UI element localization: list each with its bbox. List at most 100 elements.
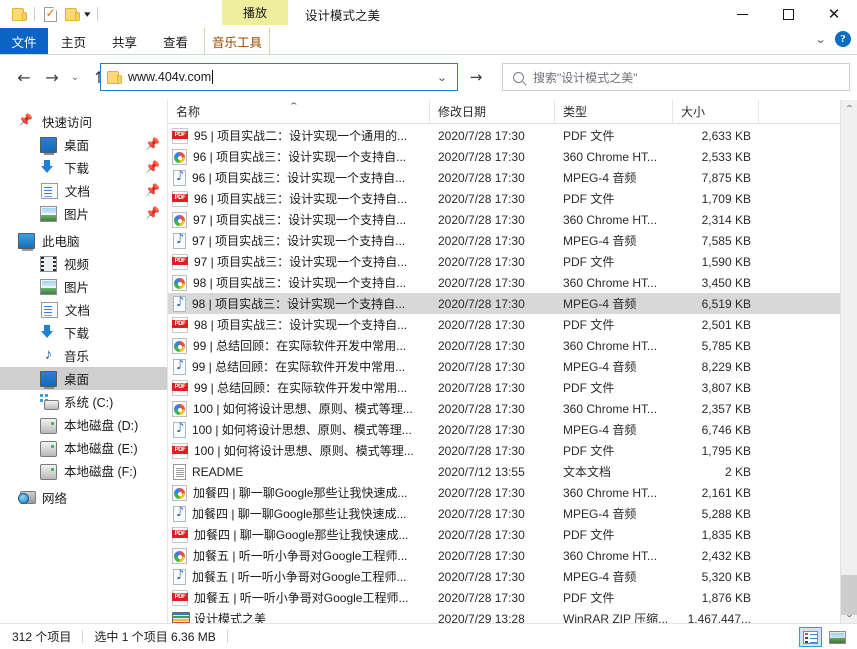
file-name-cell: 96 | 项目实战三：设计实现一个支持自... — [168, 148, 430, 165]
sidebar-group-this-pc[interactable]: 此电脑 — [0, 229, 167, 252]
view-mode-buttons — [799, 627, 849, 647]
column-header-date[interactable]: 修改日期 — [430, 100, 555, 123]
file-date-cell: 2020/7/28 17:30 — [430, 528, 555, 542]
table-row[interactable]: 98 | 项目实战三：设计实现一个支持自...2020/7/28 17:30PD… — [168, 314, 857, 335]
table-row[interactable]: 100 | 如何将设计思想、原则、模式等理...2020/7/28 17:30P… — [168, 440, 857, 461]
table-row[interactable]: 设计模式之美2020/7/29 13:28WinRAR ZIP 压缩...1,4… — [168, 608, 857, 623]
table-row[interactable]: 98 | 项目实战三：设计实现一个支持自...2020/7/28 17:30MP… — [168, 293, 857, 314]
sidebar-item-videos[interactable]: 视频 — [0, 252, 167, 275]
details-view-button[interactable] — [799, 627, 822, 647]
pin-icon[interactable]: 📌 — [145, 184, 156, 197]
back-icon[interactable]: ← — [10, 63, 38, 93]
table-row[interactable]: 95 | 项目实战二：设计实现一个通用的...2020/7/28 17:30PD… — [168, 125, 857, 146]
minimize-button[interactable] — [719, 0, 765, 28]
tab-file[interactable]: 文件 — [0, 28, 48, 54]
table-row[interactable]: 加餐五 | 听一听小争哥对Google工程师...2020/7/28 17:30… — [168, 566, 857, 587]
close-button[interactable]: ✕ — [811, 0, 857, 28]
table-row[interactable]: 加餐四 | 聊一聊Google那些让我快速成...2020/7/28 17:30… — [168, 524, 857, 545]
pin-icon[interactable]: 📌 — [145, 161, 156, 174]
tab-home[interactable]: 主页 — [48, 28, 99, 54]
file-list-pane: 名称 ⌃ 修改日期 类型 大小 95 | 项目实战二：设计实现一个通用的...2… — [168, 100, 857, 623]
pin-icon[interactable]: 📌 — [145, 207, 156, 220]
table-row[interactable]: 96 | 项目实战三：设计实现一个支持自...2020/7/28 17:30MP… — [168, 167, 857, 188]
table-row[interactable]: 加餐五 | 听一听小争哥对Google工程师...2020/7/28 17:30… — [168, 587, 857, 608]
file-type-cell: MPEG-4 音频 — [555, 421, 673, 438]
table-row[interactable]: 加餐四 | 聊一聊Google那些让我快速成...2020/7/28 17:30… — [168, 503, 857, 524]
folder-icon[interactable] — [8, 3, 30, 25]
sidebar-item-pictures[interactable]: 图片 — [0, 275, 167, 298]
table-row[interactable]: README2020/7/12 13:55文本文档2 KB — [168, 461, 857, 482]
sidebar-group-network[interactable]: 网络 — [0, 486, 167, 509]
sidebar-item-drive-f[interactable]: 本地磁盘 (F:) — [0, 459, 167, 482]
address-bar[interactable]: www.404v.com ⌄ — [100, 63, 458, 91]
scroll-up-icon[interactable]: ⌃ — [838, 100, 857, 117]
tab-music-tools[interactable]: 音乐工具 — [204, 28, 270, 54]
file-date-cell: 2020/7/29 13:28 — [430, 612, 555, 624]
address-input[interactable]: www.404v.com — [128, 70, 429, 84]
search-box[interactable]: 搜索"设计模式之美" — [502, 63, 850, 91]
quick-access-star-icon — [18, 114, 35, 130]
tab-view[interactable]: 查看 — [150, 28, 201, 54]
sidebar-item-drive-e[interactable]: 本地磁盘 (E:) — [0, 436, 167, 459]
table-row[interactable]: 99 | 总结回顾：在实际软件开发中常用...2020/7/28 17:30PD… — [168, 377, 857, 398]
file-name-cell: 加餐五 | 听一听小争哥对Google工程师... — [168, 547, 430, 564]
table-row[interactable]: 97 | 项目实战三：设计实现一个支持自...2020/7/28 17:30MP… — [168, 230, 857, 251]
sidebar-item-system-c[interactable]: 系统 (C:) — [0, 390, 167, 413]
maximize-button[interactable] — [765, 0, 811, 28]
table-row[interactable]: 100 | 如何将设计思想、原则、模式等理...2020/7/28 17:303… — [168, 398, 857, 419]
file-name-cell: 99 | 总结回顾：在实际软件开发中常用... — [168, 358, 430, 375]
table-row[interactable]: 99 | 总结回顾：在实际软件开发中常用...2020/7/28 17:3036… — [168, 335, 857, 356]
pin-icon[interactable]: 📌 — [145, 138, 156, 151]
sidebar-item-drive-d[interactable]: 本地磁盘 (D:) — [0, 413, 167, 436]
file-date-cell: 2020/7/12 13:55 — [430, 465, 555, 479]
address-chevron-down-icon[interactable]: ⌄ — [426, 71, 459, 84]
table-row[interactable]: 100 | 如何将设计思想、原则、模式等理...2020/7/28 17:30M… — [168, 419, 857, 440]
sidebar-item-pictures-qa[interactable]: 图片 📌 — [0, 202, 167, 225]
table-row[interactable]: 加餐四 | 聊一聊Google那些让我快速成...2020/7/28 17:30… — [168, 482, 857, 503]
sidebar-item-documents-qa[interactable]: 文档 📌 — [0, 179, 167, 202]
navigation-pane[interactable]: 快速访问 桌面 📌 下载 📌 文档 📌 图片 📌 — [0, 100, 168, 623]
table-row[interactable]: 99 | 总结回顾：在实际软件开发中常用...2020/7/28 17:30MP… — [168, 356, 857, 377]
properties-icon[interactable] — [39, 3, 61, 25]
table-row[interactable]: 96 | 项目实战三：设计实现一个支持自...2020/7/28 17:30PD… — [168, 188, 857, 209]
scroll-down-icon[interactable]: ⌄ — [838, 606, 857, 623]
customize-qat-dropdown-icon[interactable]: ▾ — [84, 10, 90, 19]
recent-locations-chevron-icon[interactable]: ⌄ — [66, 63, 84, 93]
file-name-label: 加餐五 | 听一听小争哥对Google工程师... — [193, 547, 407, 564]
table-row[interactable]: 加餐五 | 听一听小争哥对Google工程师...2020/7/28 17:30… — [168, 545, 857, 566]
status-divider-1 — [82, 630, 83, 643]
sidebar-item-downloads[interactable]: 下载 — [0, 321, 167, 344]
sidebar-group-quick-access[interactable]: 快速访问 — [0, 110, 167, 133]
go-icon[interactable]: → — [462, 63, 490, 91]
chevron-down-icon[interactable]: ⌄ — [814, 33, 826, 46]
search-input-placeholder[interactable]: 搜索"设计模式之美" — [533, 69, 638, 86]
sidebar-item-downloads-qa[interactable]: 下载 📌 — [0, 156, 167, 179]
column-header-label: 名称 — [176, 103, 200, 120]
sidebar-item-music[interactable]: ♪ 音乐 — [0, 344, 167, 367]
file-size-cell: 2,161 KB — [673, 486, 759, 500]
tab-share[interactable]: 共享 — [99, 28, 150, 54]
file-name-cell: 100 | 如何将设计思想、原则、模式等理... — [168, 400, 430, 417]
file-date-cell: 2020/7/28 17:30 — [430, 591, 555, 605]
large-icons-view-button[interactable] — [826, 627, 849, 647]
file-name-cell: 加餐五 | 听一听小争哥对Google工程师... — [168, 589, 430, 606]
column-header-size[interactable]: 大小 — [673, 100, 759, 123]
sidebar-item-desktop[interactable]: 桌面 — [0, 367, 167, 390]
file-explorer-window: ▾ 播放 设计模式之美 ✕ 文件 主页 共享 查看 音乐工具 ⌄ ? ← → ⌄ — [0, 0, 857, 649]
new-folder-icon[interactable] — [61, 3, 83, 25]
table-row[interactable]: 96 | 项目实战三：设计实现一个支持自...2020/7/28 17:3036… — [168, 146, 857, 167]
pdf-file-icon — [172, 380, 188, 396]
column-header-name[interactable]: 名称 ⌃ — [168, 100, 430, 123]
table-row[interactable]: 97 | 项目实战三：设计实现一个支持自...2020/7/28 17:3036… — [168, 209, 857, 230]
help-icon[interactable]: ? — [835, 31, 851, 47]
m4a-file-icon — [173, 506, 186, 522]
this-pc-icon — [18, 233, 35, 249]
sidebar-item-documents[interactable]: 文档 — [0, 298, 167, 321]
vertical-scrollbar[interactable]: ⌃ ⌄ — [840, 100, 857, 623]
table-row[interactable]: 98 | 项目实战三：设计实现一个支持自...2020/7/28 17:3036… — [168, 272, 857, 293]
file-name-label: 96 | 项目实战三：设计实现一个支持自... — [193, 148, 406, 165]
sidebar-item-desktop-qa[interactable]: 桌面 📌 — [0, 133, 167, 156]
forward-icon[interactable]: → — [38, 63, 66, 93]
table-row[interactable]: 97 | 项目实战三：设计实现一个支持自...2020/7/28 17:30PD… — [168, 251, 857, 272]
column-header-type[interactable]: 类型 — [555, 100, 673, 123]
